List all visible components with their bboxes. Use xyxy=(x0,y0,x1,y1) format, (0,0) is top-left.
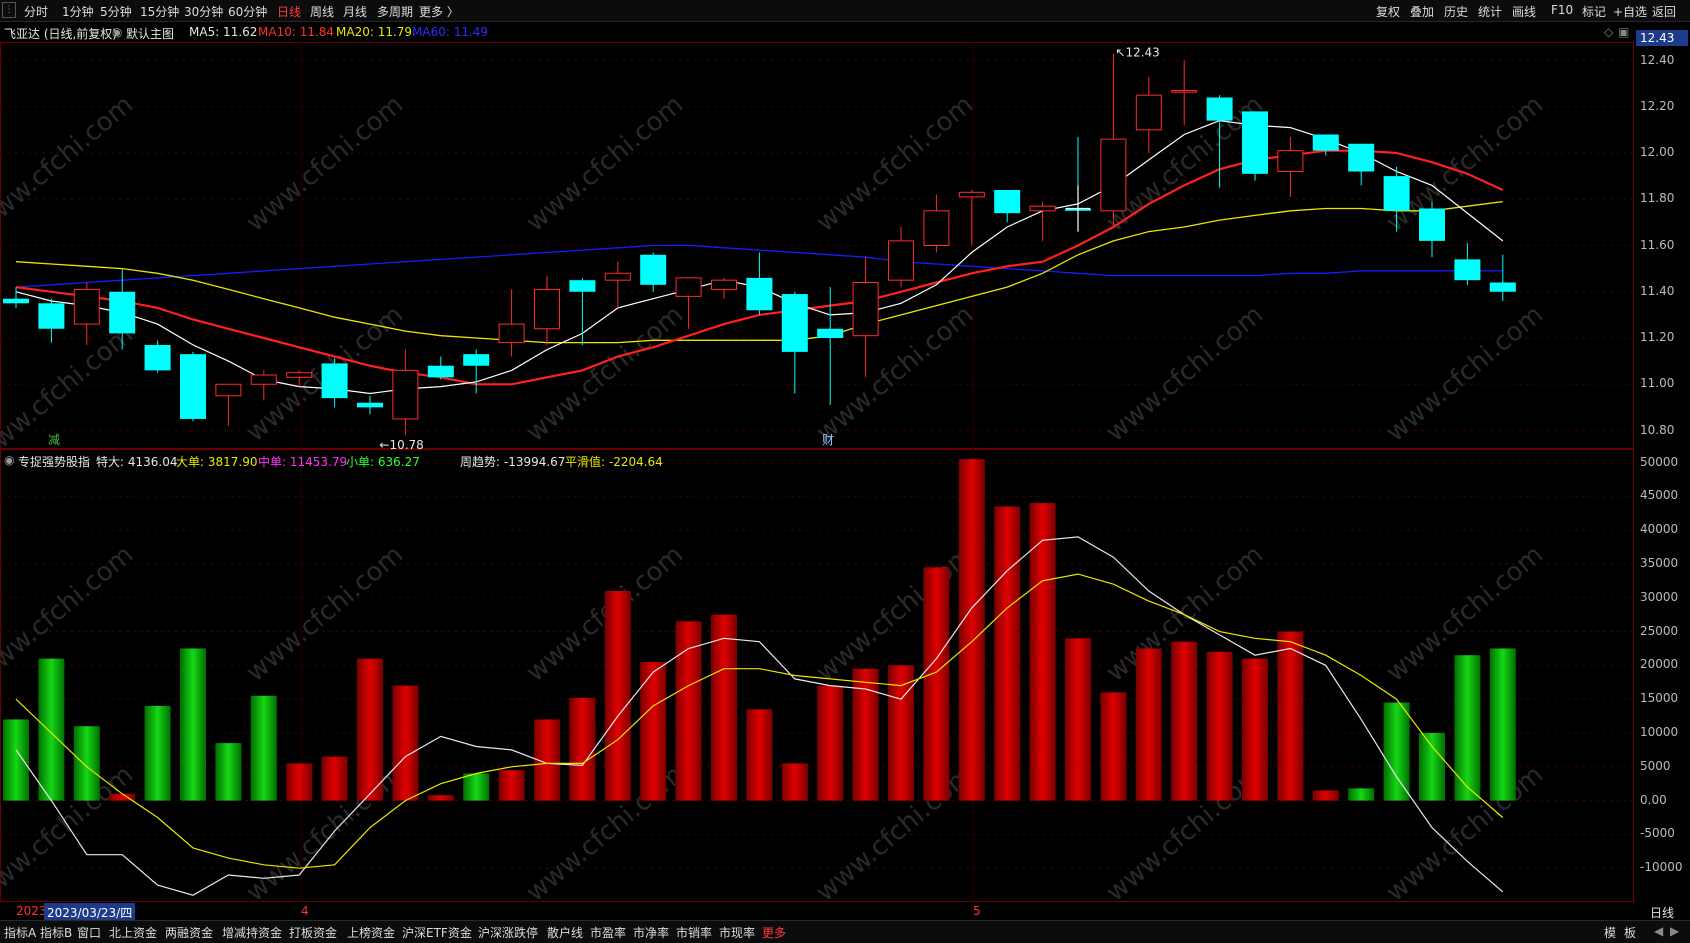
indicator-tick: -10000 xyxy=(1640,860,1683,875)
bottom-tab-13[interactable]: 市销率 xyxy=(676,924,712,941)
period-label[interactable]: 日线 xyxy=(1650,904,1674,921)
price-tick: 12.00 xyxy=(1640,145,1675,159)
toolbar-button-4[interactable]: 画线 xyxy=(1512,3,1536,20)
indicator-name[interactable]: 专捉强势股指 xyxy=(18,453,90,470)
board-button[interactable]: 板 xyxy=(1624,924,1636,941)
ma10-label: MA10: 11.84 xyxy=(258,25,335,39)
scroll-right-icon[interactable]: ▶ xyxy=(1670,924,1679,938)
date-month-4: 4 xyxy=(301,904,309,918)
date-year: 2023 xyxy=(16,904,47,918)
price-tick: 11.60 xyxy=(1640,237,1675,252)
price-tick: 12.20 xyxy=(1640,98,1675,113)
period-toolbar: ⋮ 分时 1分钟 5分钟 15分钟 30分钟 60分钟 日线 周线 月线 多周期 更多 〉 复权 叠加… xyxy=(0,0,1690,22)
window-menu-icon[interactable]: ⋮ xyxy=(2,2,16,18)
bottom-tab-7[interactable]: 上榜资金 xyxy=(347,924,395,941)
ma60-label: MA60: 11.49 xyxy=(412,25,489,39)
period-tab-2[interactable]: 5分钟 xyxy=(100,3,132,20)
indicator-pane[interactable] xyxy=(0,449,1634,902)
bottom-tab-0[interactable]: 指标A xyxy=(4,924,36,941)
price-tick: 12.40 xyxy=(1640,52,1675,67)
period-tab-4[interactable]: 30分钟 xyxy=(184,3,223,20)
template-name[interactable]: 默认主图 xyxy=(126,25,174,42)
pane-toggle-icon[interactable]: ▣ xyxy=(1618,25,1629,39)
template-icon[interactable]: ◉ xyxy=(112,25,122,39)
price-tick: 11.20 xyxy=(1640,330,1675,344)
period-tab-9[interactable]: 多周期 xyxy=(377,3,413,20)
indicator-tick: 15000 xyxy=(1640,691,1679,706)
period-tab-6[interactable]: 日线 xyxy=(277,3,301,20)
price-tick: 11.00 xyxy=(1640,376,1675,391)
stock-title[interactable]: 飞亚达 (日线,前复权) xyxy=(4,25,117,42)
period-tab-10[interactable]: 更多 〉 xyxy=(419,3,459,20)
period-tab-3[interactable]: 15分钟 xyxy=(140,3,179,20)
indicator-tick: 35000 xyxy=(1640,555,1679,570)
toolbar-button-8[interactable]: 返回 xyxy=(1652,3,1676,20)
date-axis: 2023 2023/03/23/四 4 5 日线 xyxy=(0,903,1690,922)
bottom-tab-3[interactable]: 北上资金 xyxy=(109,924,157,941)
toolbar-button-0[interactable]: 复权 xyxy=(1376,3,1400,20)
toolbar-button-5[interactable]: F10 xyxy=(1551,3,1573,17)
ma20-label: MA20: 11.79 xyxy=(336,25,413,39)
bottom-tab-9[interactable]: 沪深涨跌停 xyxy=(478,924,538,941)
xiaodan-value: 小单: 636.27 xyxy=(346,455,420,469)
indicator-tick: 40000 xyxy=(1640,522,1679,537)
period-tab-1[interactable]: 1分钟 xyxy=(62,3,94,20)
tedan-value: 特大: 4136.04 xyxy=(96,455,178,469)
chart-header: 飞亚达 (日线,前复权) ◉ 默认主图 MA5: 11.62 MA10: 11.… xyxy=(0,23,1632,41)
toolbar-button-3[interactable]: 统计 xyxy=(1478,3,1502,20)
mode-button[interactable]: 模 xyxy=(1604,924,1616,941)
bottom-tab-15[interactable]: 更多 xyxy=(762,924,786,941)
bottom-tab-5[interactable]: 增减持资金 xyxy=(222,924,282,941)
indicator-tick: 10000 xyxy=(1640,724,1679,739)
indicator-tick: -5000 xyxy=(1640,826,1675,841)
bottom-tab-2[interactable]: 窗口 xyxy=(77,924,101,941)
indicator-menu-icon[interactable]: ◉ xyxy=(4,453,14,467)
indicator-tick: 50000 xyxy=(1640,454,1679,469)
dadan-value: 大单: 3817.90 xyxy=(176,455,258,469)
diamond-icon[interactable]: ◇ xyxy=(1604,25,1613,39)
toolbar-button-6[interactable]: 标记 xyxy=(1582,3,1606,20)
price-tick: 11.80 xyxy=(1640,191,1675,206)
date-month-5: 5 xyxy=(973,904,981,918)
indicator-tick: 25000 xyxy=(1640,623,1679,638)
ma5-label: MA5: 11.62 xyxy=(189,25,258,39)
period-tab-8[interactable]: 月线 xyxy=(343,3,367,20)
last-price-tag: 12.43 xyxy=(1636,30,1688,46)
indicator-header: ◉ 专捉强势股指 特大: 4136.04 大单: 3817.90 中单: 114… xyxy=(0,451,1000,469)
bottom-tab-bar: 指标A 指标B 窗口 北上资金 两融资金 增减持资金 打板资金 上榜资金 沪深ETF资金 沪深涨跌… xyxy=(0,920,1690,943)
price-tick: 11.40 xyxy=(1640,283,1675,298)
period-tab-0[interactable]: 分时 xyxy=(24,3,48,20)
period-tab-5[interactable]: 60分钟 xyxy=(228,3,267,20)
indicator-tick: 5000 xyxy=(1640,758,1671,773)
zhouqushi-value: 周趋势: -13994.67 xyxy=(460,455,566,469)
period-tab-7[interactable]: 周线 xyxy=(310,3,334,20)
bottom-tab-6[interactable]: 打板资金 xyxy=(289,924,337,941)
zhongdan-value: 中单: 11453.79 xyxy=(258,455,348,469)
bottom-tab-11[interactable]: 市盈率 xyxy=(590,924,626,941)
bottom-tab-12[interactable]: 市净率 xyxy=(633,924,669,941)
price-tick: 10.80 xyxy=(1640,422,1675,437)
bottom-tab-1[interactable]: 指标B xyxy=(40,924,72,941)
indicator-tick: 20000 xyxy=(1640,657,1679,672)
toolbar-button-2[interactable]: 历史 xyxy=(1444,3,1468,20)
pinghua-value: 平滑值: -2204.64 xyxy=(565,455,663,469)
scroll-left-icon[interactable]: ◀ xyxy=(1654,924,1663,938)
toolbar-button-1[interactable]: 叠加 xyxy=(1410,3,1434,20)
toolbar-button-7[interactable]: +自选 xyxy=(1613,3,1647,20)
bottom-tab-8[interactable]: 沪深ETF资金 xyxy=(402,924,472,941)
bottom-tab-14[interactable]: 市现率 xyxy=(719,924,755,941)
indicator-tick: 45000 xyxy=(1640,488,1679,503)
bottom-tab-4[interactable]: 两融资金 xyxy=(165,924,213,941)
indicator-tick: 30000 xyxy=(1640,589,1679,604)
indicator-tick: 0.00 xyxy=(1640,792,1667,807)
bottom-tab-10[interactable]: 散户线 xyxy=(547,924,583,941)
price-pane[interactable] xyxy=(0,42,1634,449)
